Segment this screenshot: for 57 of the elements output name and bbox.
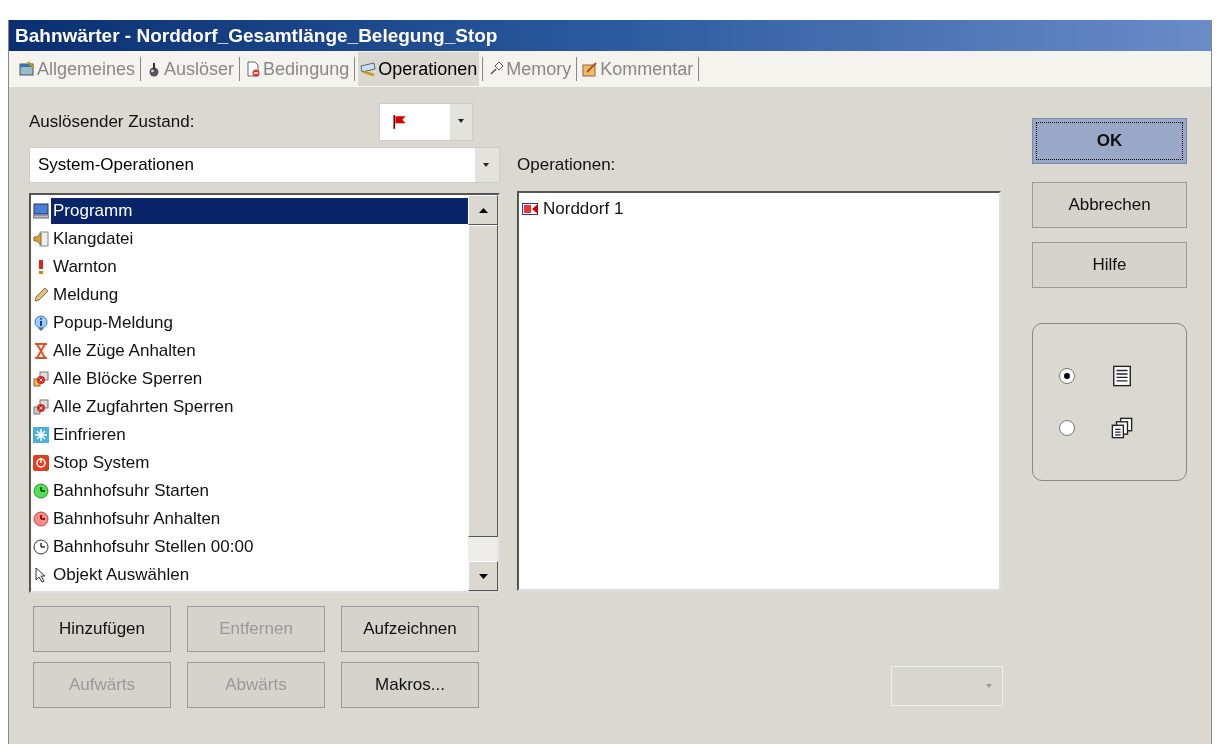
list-button[interactable]: Makros... <box>341 662 479 708</box>
flag-icon <box>392 114 408 130</box>
operations-list[interactable]: Norddorf 1 <box>517 191 1001 591</box>
scrollbar[interactable] <box>468 195 498 591</box>
list-button[interactable]: Aufzeichnen <box>341 606 479 652</box>
list-item[interactable]: Bahnhofsuhr Stellen 00:00 <box>51 534 256 560</box>
scroll-down-button[interactable] <box>468 561 498 591</box>
operations-label: Operationen: <box>517 155 617 176</box>
trigger-state-label: Auslösender Zustand: <box>29 112 196 132</box>
list-item[interactable]: Programm <box>51 198 468 224</box>
notepad-icon <box>582 61 599 77</box>
blocked-blocks-icon <box>33 371 49 387</box>
list-item[interactable]: Alle Züge Anhalten <box>51 338 198 364</box>
list-item[interactable]: Alle Blöcke Sperren <box>51 366 205 392</box>
list-item[interactable]: Warnton <box>51 254 119 280</box>
list-icon <box>1111 365 1133 387</box>
list-button[interactable]: Hinzufügen <box>33 606 171 652</box>
speaker-icon <box>33 231 49 247</box>
list-button: Abwärts <box>187 662 325 708</box>
clock-icon <box>33 539 49 555</box>
hourglass-icon <box>33 343 49 359</box>
dialog-button[interactable]: Abbrechen <box>1032 182 1187 228</box>
stacked-pages-icon <box>1111 417 1133 439</box>
radio-button[interactable] <box>1059 420 1075 436</box>
list-item[interactable]: Popup-Meldung <box>51 310 176 336</box>
list-item[interactable]: Bahnhofsuhr Anhalten <box>51 506 223 532</box>
list-item[interactable]: Meldung <box>51 282 121 308</box>
list-item[interactable]: Norddorf 1 <box>541 196 626 222</box>
list-item[interactable]: Einfrieren <box>51 422 128 448</box>
list-item[interactable]: Alle Zugfahrten Sperren <box>51 394 236 420</box>
scroll-thumb[interactable] <box>468 225 498 537</box>
down-arrow-icon <box>478 573 488 579</box>
trigger-state-dropdown[interactable] <box>379 103 473 141</box>
monitor-icon <box>33 203 49 219</box>
power-icon <box>33 455 49 471</box>
category-dropdown[interactable]: System-Operationen <box>29 147 500 183</box>
list-item[interactable]: Klangdatei <box>51 226 136 252</box>
dialog-button[interactable]: OK <box>1032 118 1187 164</box>
dialog-button[interactable]: Hilfe <box>1032 242 1187 288</box>
blocked-routes-icon <box>33 399 49 415</box>
tab[interactable]: Operationen <box>358 52 480 86</box>
list-item[interactable]: Objekt Auswählen <box>51 562 192 588</box>
document-icon <box>245 61 262 77</box>
clock-icon <box>33 511 49 527</box>
radio-button[interactable] <box>1059 368 1075 384</box>
snowflake-icon <box>33 427 49 443</box>
window-title: Bahnwärter - Norddorf_Gesamtlänge_Belegung_Stop <box>15 24 498 47</box>
up-arrow-icon <box>478 207 488 213</box>
window-icon <box>19 61 35 77</box>
clock-icon <box>33 483 49 499</box>
list-button: Entfernen <box>187 606 325 652</box>
scroll-up-button[interactable] <box>468 195 498 225</box>
list-item[interactable]: Stop System <box>51 450 152 476</box>
list-button: Aufwärts <box>33 662 171 708</box>
pencil-icon <box>33 287 49 303</box>
list-item[interactable]: Bahnhofsuhr Starten <box>51 478 211 504</box>
info-icon <box>33 315 49 331</box>
